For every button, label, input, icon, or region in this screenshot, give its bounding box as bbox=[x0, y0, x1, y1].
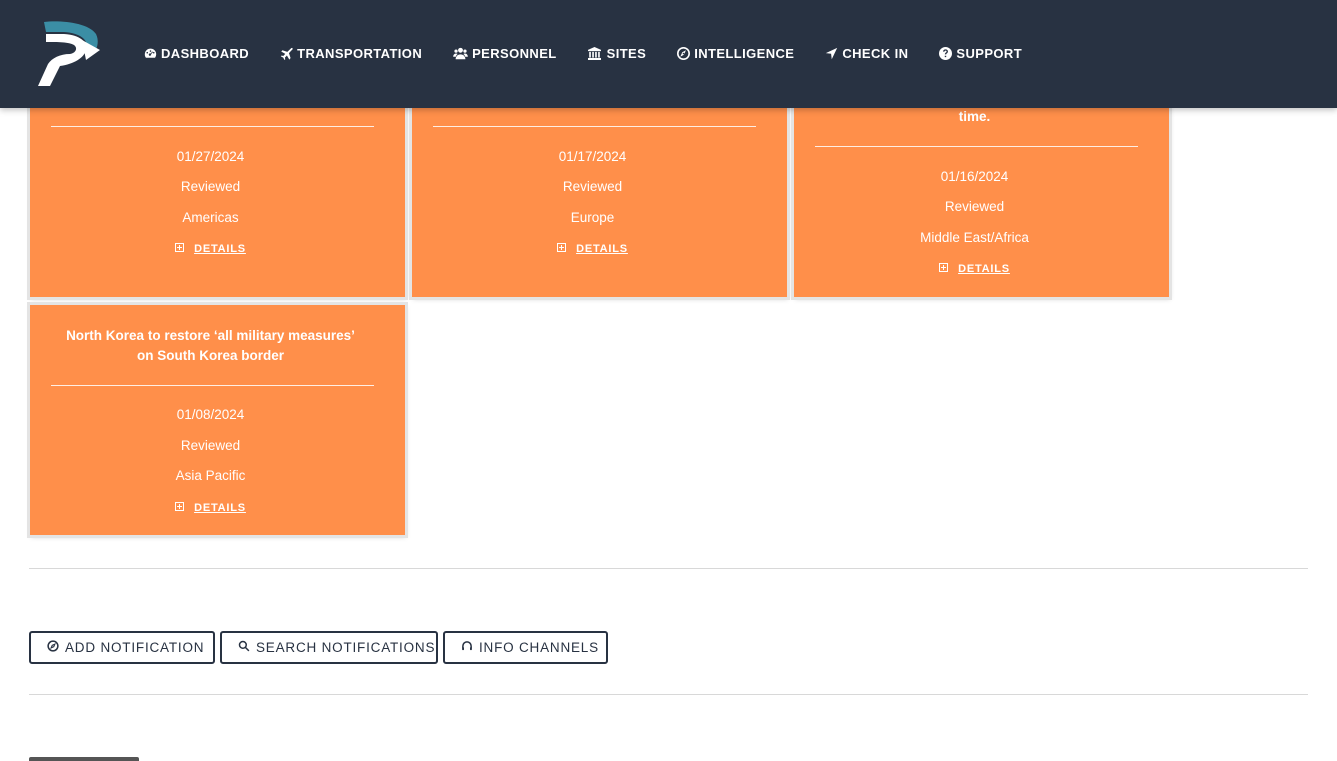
button-label: SEARCH NOTIFICATIONS bbox=[256, 640, 436, 655]
location-arrow-icon bbox=[824, 46, 838, 60]
app-logo[interactable] bbox=[36, 20, 102, 86]
nav-support[interactable]: SUPPORT bbox=[938, 44, 1022, 62]
notification-card: 01/27/2024 Reviewed Americas DETAILS bbox=[30, 80, 405, 297]
button-label: ADD NOTIFICATION bbox=[65, 640, 205, 655]
card-title-line: North Korea to restore ‘all military mea… bbox=[66, 328, 355, 343]
nav-label: DASHBOARD bbox=[161, 45, 250, 61]
notification-card: time. 01/16/2024 Reviewed Middle East/Af… bbox=[794, 80, 1169, 297]
search-icon bbox=[238, 640, 250, 653]
card-title: North Korea to restore ‘all military mea… bbox=[30, 326, 391, 366]
card-divider bbox=[51, 126, 374, 127]
card-details-link[interactable]: DETAILS bbox=[412, 242, 773, 255]
card-region: Asia Pacific bbox=[175, 468, 246, 483]
plus-square-icon bbox=[557, 242, 567, 252]
tachometer-icon bbox=[143, 46, 157, 60]
nav-sites[interactable]: SITES bbox=[587, 44, 647, 62]
users-icon bbox=[452, 46, 468, 60]
card-details-link[interactable]: DETAILS bbox=[30, 501, 391, 514]
card-date: 01/08/2024 bbox=[176, 407, 245, 422]
details-label: DETAILS bbox=[576, 243, 628, 255]
add-notification-button[interactable]: ADD NOTIFICATION bbox=[29, 631, 215, 664]
search-notifications-button[interactable]: SEARCH NOTIFICATIONS bbox=[220, 631, 438, 664]
details-label: DETAILS bbox=[958, 263, 1010, 275]
plus-square-icon bbox=[175, 242, 185, 252]
card-date: 01/17/2024 bbox=[558, 149, 627, 164]
notification-card: 01/17/2024 Reviewed Europe DETAILS bbox=[412, 80, 787, 297]
card-title-line: on South Korea border bbox=[136, 348, 284, 363]
notification-card: North Korea to restore ‘all military mea… bbox=[30, 305, 405, 535]
nav-label: PERSONNEL bbox=[472, 45, 557, 61]
compass-icon bbox=[676, 46, 690, 60]
details-label: DETAILS bbox=[194, 502, 246, 514]
plus-square-icon bbox=[175, 501, 185, 511]
compass-icon bbox=[47, 639, 59, 653]
nav-check-in[interactable]: CHECK IN bbox=[824, 44, 908, 62]
nav-label: CHECK IN bbox=[842, 45, 909, 61]
nav-label: TRANSPORTATION bbox=[297, 45, 423, 61]
nav-label: SUPPORT bbox=[956, 45, 1023, 61]
headphones-icon bbox=[461, 640, 473, 653]
card-date: 01/27/2024 bbox=[176, 149, 245, 164]
bank-icon bbox=[587, 46, 603, 60]
card-divider bbox=[51, 385, 374, 386]
nav-label: INTELLIGENCE bbox=[694, 45, 795, 61]
section-divider bbox=[29, 694, 1308, 695]
nav-label: SITES bbox=[606, 45, 647, 61]
card-details-link[interactable]: DETAILS bbox=[30, 242, 391, 255]
nav-dashboard[interactable]: DASHBOARD bbox=[143, 44, 249, 62]
main-nav: DASHBOARD TRANSPORTATION PERSONNEL SITES… bbox=[143, 44, 1052, 62]
card-details-link[interactable]: DETAILS bbox=[794, 262, 1155, 275]
card-region: Americas bbox=[182, 210, 239, 225]
plus-square-icon bbox=[939, 262, 949, 272]
card-date: 01/16/2024 bbox=[940, 169, 1009, 184]
card-status: Reviewed bbox=[944, 199, 1005, 214]
button-label: INFO CHANNELS bbox=[479, 640, 599, 655]
plane-icon bbox=[279, 46, 293, 60]
section-divider bbox=[29, 568, 1308, 569]
card-divider bbox=[433, 126, 756, 127]
card-status: Reviewed bbox=[180, 438, 241, 453]
top-navigation-bar: DASHBOARD TRANSPORTATION PERSONNEL SITES… bbox=[0, 0, 1337, 108]
card-divider bbox=[815, 146, 1138, 147]
nav-transportation[interactable]: TRANSPORTATION bbox=[279, 44, 422, 62]
nav-personnel[interactable]: PERSONNEL bbox=[452, 44, 557, 62]
question-circle-icon bbox=[938, 46, 952, 60]
card-title: time. bbox=[958, 109, 991, 124]
card-region: Europe bbox=[570, 210, 615, 225]
details-label: DETAILS bbox=[194, 243, 246, 255]
card-status: Reviewed bbox=[562, 179, 623, 194]
card-region: Middle East/Africa bbox=[920, 230, 1029, 245]
partial-bottom-tab[interactable] bbox=[29, 757, 139, 761]
card-status: Reviewed bbox=[180, 179, 241, 194]
nav-intelligence[interactable]: INTELLIGENCE bbox=[676, 44, 794, 62]
info-channels-button[interactable]: INFO CHANNELS bbox=[443, 631, 608, 664]
